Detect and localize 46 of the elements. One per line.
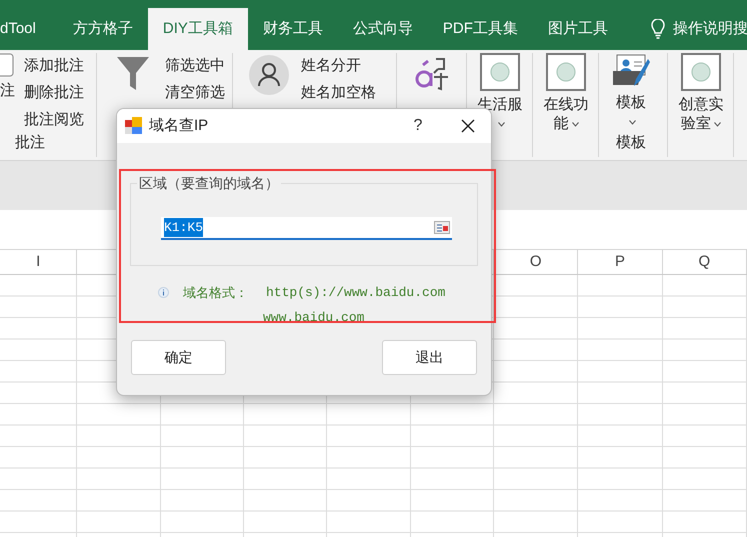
pinyin-icon xyxy=(414,55,450,91)
ribbon-button[interactable]: 创意实验室 xyxy=(676,53,726,157)
ribbon-tab[interactable]: PDF工具集 xyxy=(428,8,533,50)
search-hint[interactable]: 操作说明搜 xyxy=(672,18,747,40)
lightbulb-icon xyxy=(650,19,665,39)
close-icon xyxy=(461,119,475,133)
ribbon-tab[interactable]: 图片工具 xyxy=(532,8,623,50)
ribbon-command[interactable]: 删除批注 xyxy=(24,82,84,103)
ribbon-tab[interactable]: dTool xyxy=(0,8,58,50)
format-label: 域名格式： xyxy=(183,284,248,302)
info-icon xyxy=(158,287,169,298)
template-icon xyxy=(612,53,650,89)
ribbon-command[interactable]: 姓名分开 xyxy=(301,55,376,76)
help-button[interactable]: ? xyxy=(403,114,433,138)
ribbon-command[interactable]: 批注阅览 xyxy=(24,109,84,130)
format-example: http(s)://www.baidu.com xyxy=(266,284,446,302)
range-picker-icon[interactable] xyxy=(434,221,450,234)
ribbon-command[interactable]: 添加批注 xyxy=(24,55,84,76)
ribbon-tab[interactable]: DIY工具箱 xyxy=(148,8,248,50)
ribbon-command[interactable]: 姓名加空格 xyxy=(301,82,376,103)
format-example: www.baidu.com xyxy=(263,310,364,324)
column-header: I xyxy=(36,252,40,272)
group-label: 模板 xyxy=(615,133,647,153)
dialog-button[interactable]: 确定 xyxy=(131,340,226,375)
app-icon xyxy=(681,53,721,91)
ribbon-command[interactable]: 筛选选中 xyxy=(165,55,225,76)
ribbon-tab[interactable]: 财务工具 xyxy=(248,8,338,50)
ribbon-tab[interactable]: 公式向导 xyxy=(338,8,428,50)
group-label: 批注 xyxy=(14,133,46,153)
app-icon xyxy=(480,53,520,91)
funnel-icon xyxy=(116,55,150,91)
column-header: Q xyxy=(698,252,710,272)
range-field[interactable]: K1:K5 xyxy=(161,217,452,240)
dialog-title: 域名查IP xyxy=(149,116,208,136)
ribbon-button[interactable]: 注 xyxy=(0,53,14,133)
range-value: K1:K5 xyxy=(164,218,204,238)
ribbon-command[interactable]: 清空筛选 xyxy=(165,82,225,103)
app-logo-icon xyxy=(125,117,143,135)
dialog-button[interactable]: 退出 xyxy=(382,340,477,375)
column-header: O xyxy=(530,252,542,272)
ribbon-button[interactable]: 在线功能 xyxy=(541,53,591,157)
column-header: P xyxy=(615,252,626,272)
ribbon-button[interactable]: 模板 xyxy=(614,53,648,133)
ribbon-tab[interactable]: 方方格子 xyxy=(58,8,148,50)
person-icon xyxy=(249,55,289,95)
app-icon xyxy=(546,53,586,91)
